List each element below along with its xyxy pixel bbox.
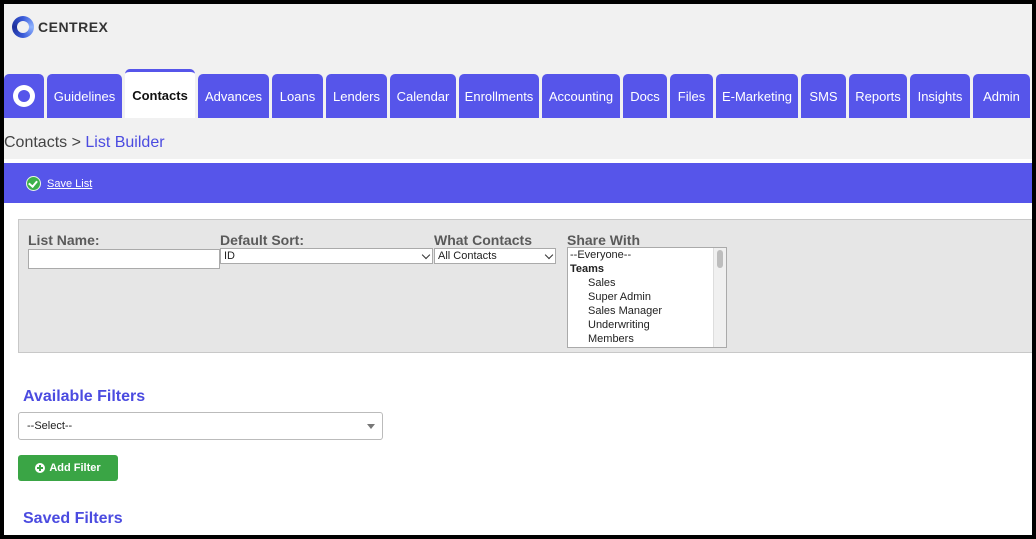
default-sort-value: ID — [224, 250, 235, 262]
share-option-super-admin[interactable]: Super Admin — [568, 290, 726, 304]
list-name-label: List Name: — [28, 232, 100, 248]
save-list-label: Save List — [47, 177, 93, 190]
centrex-logo-icon — [12, 16, 34, 38]
plus-circle-icon — [35, 463, 46, 473]
available-filters-title: Available Filters — [23, 388, 146, 405]
scroll-thumb[interactable] — [717, 250, 723, 268]
share-with-label: Share With — [567, 232, 640, 248]
chevron-down-icon — [421, 250, 431, 260]
header: CENTREX Guidelines Contacts Advances Loa… — [4, 4, 1032, 159]
home-logo-icon — [13, 85, 35, 107]
share-option-sales[interactable]: Sales — [568, 276, 726, 290]
nav-item-e-marketing[interactable]: E-Marketing — [716, 74, 798, 118]
what-contacts-value: All Contacts — [438, 250, 497, 262]
share-with-listbox[interactable]: --Everyone-- Teams Sales Super Admin Sal… — [567, 247, 727, 348]
share-option-underwriting[interactable]: Underwriting — [568, 318, 726, 332]
share-option-sales-manager[interactable]: Sales Manager — [568, 304, 726, 318]
share-option-members[interactable]: Members — [568, 332, 726, 346]
main-nav: Guidelines Contacts Advances Loans Lende… — [4, 69, 1032, 118]
nav-item-accounting[interactable]: Accounting — [542, 74, 620, 118]
nav-item-files[interactable]: Files — [670, 74, 713, 118]
nav-item-advances[interactable]: Advances — [198, 74, 269, 118]
nav-item-sms[interactable]: SMS — [801, 74, 846, 118]
what-contacts-label: What Contacts — [434, 232, 532, 248]
nav-item-reports[interactable]: Reports — [849, 74, 907, 118]
default-sort-label: Default Sort: — [220, 232, 304, 248]
add-filter-label: Add Filter — [49, 462, 101, 474]
list-settings-panel: List Name: Default Sort: ID What Contact… — [18, 219, 1032, 353]
nav-item-lenders[interactable]: Lenders — [326, 74, 387, 118]
breadcrumb: Contacts > List Builder — [4, 134, 165, 152]
app-window: CENTREX Guidelines Contacts Advances Loa… — [4, 4, 1032, 535]
nav-item-enrollments[interactable]: Enrollments — [459, 74, 539, 118]
check-circle-icon — [26, 176, 41, 191]
save-list-button[interactable]: Save List — [26, 176, 92, 191]
nav-item-calendar[interactable]: Calendar — [390, 74, 456, 118]
nav-item-insights[interactable]: Insights — [910, 74, 970, 118]
logo: CENTREX — [12, 16, 108, 38]
caret-down-icon — [367, 424, 375, 429]
breadcrumb-parent[interactable]: Contacts — [4, 134, 67, 151]
nav-item-docs[interactable]: Docs — [623, 74, 667, 118]
saved-filters-title: Saved Filters — [23, 510, 123, 527]
nav-item-admin[interactable]: Admin — [973, 74, 1030, 118]
breadcrumb-separator: > — [71, 134, 81, 151]
breadcrumb-current: List Builder — [85, 134, 165, 151]
nav-home-button[interactable] — [4, 74, 44, 118]
share-group-teams: Teams — [570, 263, 605, 275]
share-option-everyone[interactable]: --Everyone-- — [568, 248, 726, 262]
share-list-scrollbar[interactable] — [713, 248, 726, 347]
nav-item-loans[interactable]: Loans — [272, 74, 323, 118]
nav-item-contacts[interactable]: Contacts — [125, 69, 195, 118]
nav-item-guidelines[interactable]: Guidelines — [47, 74, 122, 118]
default-sort-select[interactable]: ID — [220, 248, 433, 264]
what-contacts-select[interactable]: All Contacts — [434, 248, 556, 264]
list-name-input[interactable] — [28, 249, 220, 269]
action-bar: Save List — [4, 163, 1032, 203]
filter-select[interactable]: --Select-- — [18, 412, 383, 440]
chevron-down-icon — [544, 250, 554, 260]
logo-text: CENTREX — [38, 19, 109, 35]
filter-select-value: --Select-- — [27, 420, 73, 432]
add-filter-button[interactable]: Add Filter — [18, 455, 118, 481]
